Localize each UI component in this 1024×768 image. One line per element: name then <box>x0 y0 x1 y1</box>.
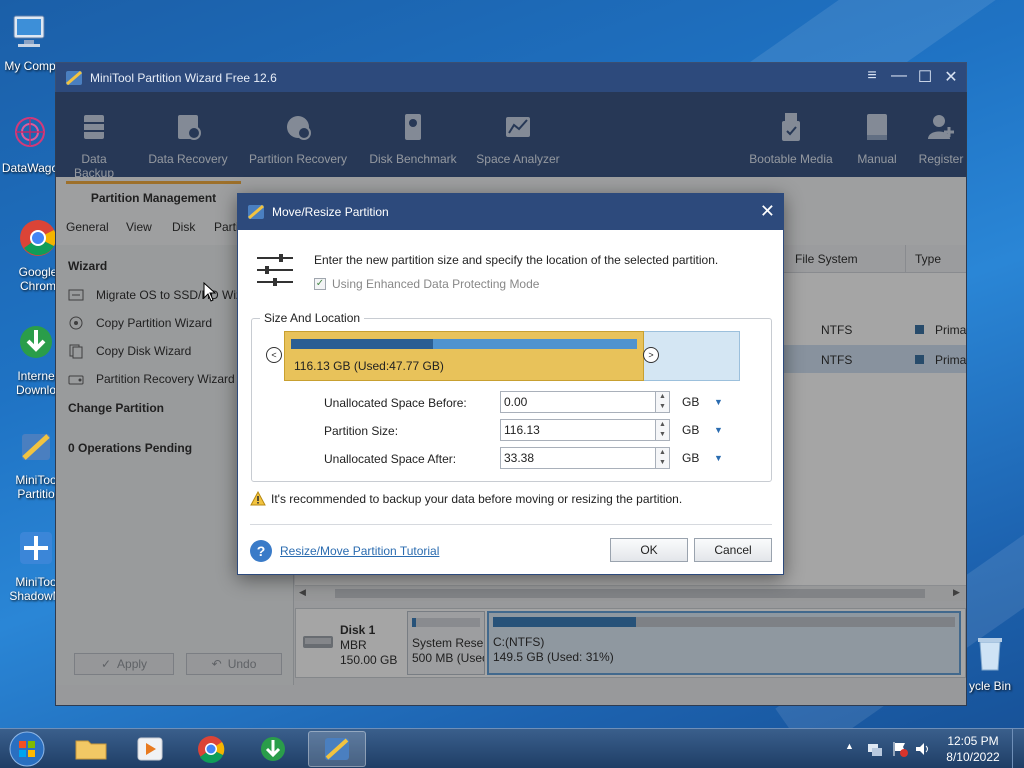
unit-dropdown-icon[interactable]: ▼ <box>714 397 723 407</box>
download-manager-icon <box>261 737 285 761</box>
minitool-partition-icon <box>325 738 349 760</box>
desktop-icon-label: DataWago <box>1 161 59 175</box>
recycle-bin-icon <box>978 638 1002 671</box>
unit-dropdown-icon[interactable]: ▼ <box>714 453 723 463</box>
checkbox-label: Using Enhanced Data Protecting Mode <box>332 277 540 291</box>
taskbar: ▲ 12:05 PM 8/10/2022 <box>0 728 1024 768</box>
divider <box>250 524 772 525</box>
partition-resize-bar[interactable]: 116.13 GB (Used:47.77 GB) <box>284 331 644 381</box>
minimize-icon[interactable]: — <box>888 67 910 85</box>
spin-up-icon[interactable]: ▲ <box>656 420 669 430</box>
unallocated-before-input[interactable] <box>500 391 656 413</box>
spin-up-icon[interactable]: ▲ <box>656 392 669 402</box>
unallocated-before-stepper[interactable]: ▲ ▼ <box>656 391 670 413</box>
show-desktop-button[interactable] <box>1012 729 1024 768</box>
network-icon[interactable] <box>866 740 884 758</box>
move-right-handle-icon[interactable]: > <box>643 347 659 363</box>
group-label: Size And Location <box>260 311 365 325</box>
unallocated-after-stepper[interactable]: ▲ ▼ <box>656 447 670 469</box>
unallocated-after-input[interactable] <box>500 447 656 469</box>
mouse-cursor-icon <box>203 282 217 302</box>
clock-date[interactable]: 8/10/2022 <box>940 750 1006 764</box>
unit-dropdown-icon[interactable]: ▼ <box>714 425 723 435</box>
volume-icon[interactable] <box>914 740 932 758</box>
chrome-icon <box>20 220 56 256</box>
download-manager-icon <box>20 326 52 358</box>
unit-label: GB <box>682 395 700 409</box>
partition-size-label: Partition Size: <box>324 424 399 438</box>
checkbox-checked-icon: ✓ <box>314 278 326 290</box>
clock-time[interactable]: 12:05 PM <box>940 734 1006 748</box>
partition-bar-label: 116.13 GB (Used:47.77 GB) <box>294 359 444 373</box>
warning-icon <box>250 491 266 506</box>
window-close-icon[interactable]: ✕ <box>940 67 962 87</box>
computer-icon <box>13 15 45 47</box>
size-location-group: Size And Location < 116.13 GB (Used:47.7… <box>251 311 772 482</box>
start-button-icon[interactable] <box>6 729 48 768</box>
taskbar-download-manager[interactable] <box>244 731 302 767</box>
cancel-button[interactable]: Cancel <box>694 538 772 562</box>
desktop-icon-label: My Comp <box>4 59 56 73</box>
tutorial-link[interactable]: Resize/Move Partition Tutorial <box>280 544 439 558</box>
taskbar-explorer[interactable] <box>62 731 120 767</box>
unit-label: GB <box>682 423 700 437</box>
spin-down-icon[interactable]: ▼ <box>656 402 669 412</box>
dialog-logo-icon <box>248 204 264 220</box>
spin-down-icon[interactable]: ▼ <box>656 430 669 440</box>
spin-up-icon[interactable]: ▲ <box>656 448 669 458</box>
help-icon[interactable]: ? <box>250 540 272 562</box>
ok-button[interactable]: OK <box>610 538 688 562</box>
taskbar-chrome[interactable] <box>182 731 240 767</box>
desktop-icon-datawago[interactable]: DataWago <box>0 112 60 175</box>
spin-down-icon[interactable]: ▼ <box>656 458 669 468</box>
taskbar-minitool[interactable] <box>308 731 366 767</box>
minitool-partition-icon <box>22 434 50 460</box>
dialog-titlebar[interactable]: Move/Resize Partition <box>238 194 783 230</box>
action-center-flag-icon[interactable] <box>891 740 909 758</box>
move-resize-dialog: Move/Resize Partition ✕ Enter the new pa… <box>237 193 784 575</box>
unallocated-after-label: Unallocated Space After: <box>324 452 457 466</box>
move-left-handle-icon[interactable]: < <box>266 347 282 363</box>
dialog-instruction: Enter the new partition size and specify… <box>314 253 719 267</box>
backup-warning: It's recommended to backup your data bef… <box>271 492 683 506</box>
shadowmaker-icon <box>20 532 52 564</box>
used-space-track <box>291 339 637 349</box>
app-logo-icon <box>66 70 82 86</box>
desktop-icon-my-computer[interactable]: My Comp <box>0 10 60 73</box>
media-player-icon <box>137 737 163 761</box>
taskbar-media-player[interactable] <box>122 731 180 767</box>
maximize-icon[interactable]: ☐ <box>914 67 936 87</box>
datawago-icon <box>15 117 45 147</box>
folder-icon <box>75 740 107 760</box>
partition-size-input[interactable] <box>500 419 656 441</box>
partition-size-stepper[interactable]: ▲ ▼ <box>656 419 670 441</box>
dialog-close-icon[interactable]: ✕ <box>760 201 775 222</box>
menu-icon[interactable]: ≡ <box>861 67 883 85</box>
dialog-title: Move/Resize Partition <box>272 205 389 219</box>
window-titlebar[interactable]: MiniTool Partition Wizard Free 12.6 <box>56 63 966 93</box>
unallocated-before-label: Unallocated Space Before: <box>324 396 467 410</box>
sliders-icon <box>257 254 293 286</box>
window-title: MiniTool Partition Wizard Free 12.6 <box>90 71 277 85</box>
used-space-fill <box>291 339 433 349</box>
chrome-icon <box>198 736 225 764</box>
enhanced-mode-checkbox[interactable]: ✓ Using Enhanced Data Protecting Mode <box>314 277 539 291</box>
tray-expand-icon[interactable]: ▲ <box>845 741 854 751</box>
unit-label: GB <box>682 451 700 465</box>
